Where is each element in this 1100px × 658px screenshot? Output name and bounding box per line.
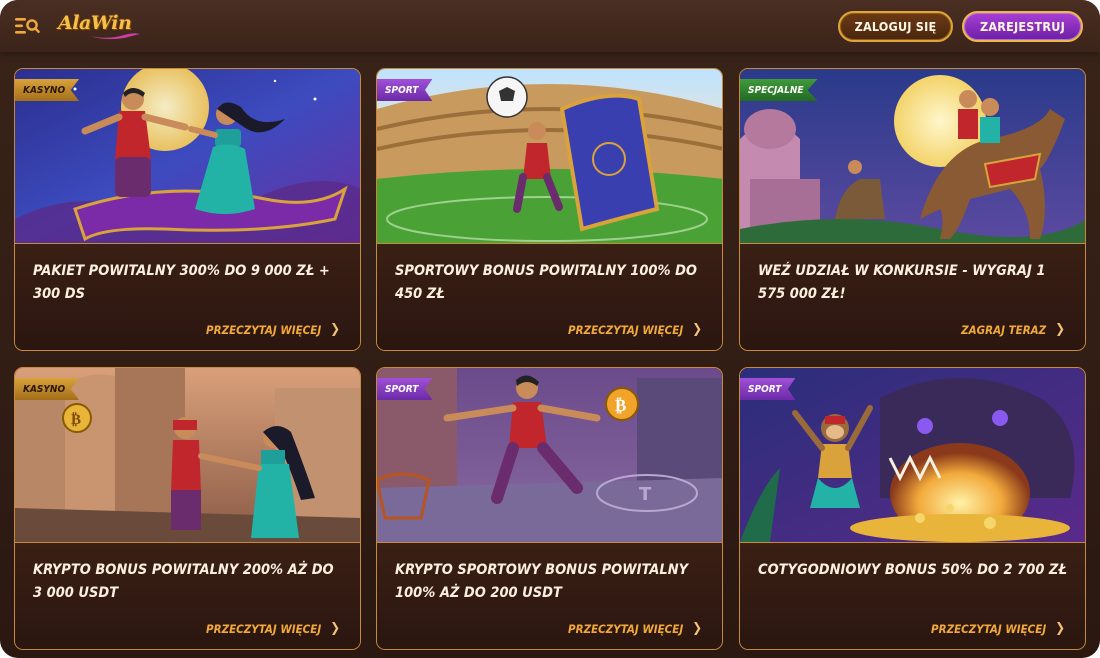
promo-card-body: SPORTOWY BONUS POWITALNY 100% DO 450 ZŁ … bbox=[377, 243, 722, 350]
promo-title: PAKIET POWITALNY 300% DO 9 000 ZŁ + 300 … bbox=[33, 263, 330, 302]
svg-text:T: T bbox=[639, 484, 652, 505]
promo-card-body: KRYPTO BONUS POWITALNY 200% AŻ DO 3 000 … bbox=[15, 542, 360, 649]
login-button[interactable]: ZALOGUJ SIĘ bbox=[838, 11, 953, 42]
promo-card[interactable]: T ₿ SPORT KRYPTO SPORTOWY BONUS POWITALN… bbox=[376, 367, 723, 650]
promo-image-crypto-sport: T ₿ bbox=[377, 368, 722, 542]
play-now-link[interactable]: ZAGRAJ TERAZ ❯ bbox=[961, 322, 1065, 337]
read-more-link[interactable]: PRZECZYTAJ WIĘCEJ ❯ bbox=[206, 621, 340, 636]
read-more-link[interactable]: PRZECZYTAJ WIĘCEJ ❯ bbox=[568, 322, 702, 337]
read-more-link[interactable]: PRZECZYTAJ WIĘCEJ ❯ bbox=[931, 621, 1065, 636]
logo[interactable]: AlaWin bbox=[58, 10, 142, 42]
chevron-right-icon: ❯ bbox=[330, 322, 340, 337]
read-more-link[interactable]: PRZECZYTAJ WIĘCEJ ❯ bbox=[568, 621, 702, 636]
category-badge: SPORT bbox=[740, 378, 796, 400]
svg-text:₿: ₿ bbox=[615, 396, 626, 416]
promo-card[interactable]: SPORT SPORTOWY BONUS POWITALNY 100% DO 4… bbox=[376, 68, 723, 351]
read-more-label: PRZECZYTAJ WIĘCEJ bbox=[206, 322, 322, 337]
promo-title: SPORTOWY BONUS POWITALNY 100% DO 450 ZŁ bbox=[395, 263, 698, 302]
chevron-right-icon: ❯ bbox=[330, 621, 340, 636]
promo-image-monkey-cave bbox=[740, 368, 1085, 542]
promo-title: COTYGODNIOWY BONUS 50% DO 2 700 ZŁ bbox=[758, 562, 1068, 578]
read-more-label: PRZECZYTAJ WIĘCEJ bbox=[931, 621, 1047, 636]
promo-card[interactable]: ₿ KASYNO KRYPTO BONUS POWITALNY 200% AŻ … bbox=[14, 367, 361, 650]
promo-card[interactable]: SPORT COTYGODNIOWY BONUS 50% DO 2 700 ZŁ… bbox=[739, 367, 1086, 650]
read-more-label: PRZECZYTAJ WIĘCEJ bbox=[206, 621, 322, 636]
category-badge: KASYNO bbox=[15, 378, 80, 400]
app-frame: AlaWin ZALOGUJ SIĘ ZAREJESTRUJ KASYNO PA… bbox=[0, 0, 1100, 658]
promo-title: WEŹ UDZIAŁ W KONKURSIE - WYGRAJ 1 575 00… bbox=[758, 263, 1046, 302]
top-bar: AlaWin ZALOGUJ SIĘ ZAREJESTRUJ bbox=[0, 0, 1100, 52]
promo-card-body: KRYPTO SPORTOWY BONUS POWITALNY 100% AŻ … bbox=[377, 542, 722, 649]
menu-search-icon[interactable] bbox=[14, 15, 40, 37]
promo-title: KRYPTO SPORTOWY BONUS POWITALNY 100% AŻ … bbox=[395, 562, 689, 601]
chevron-right-icon: ❯ bbox=[1055, 621, 1065, 636]
read-more-label: PRZECZYTAJ WIĘCEJ bbox=[568, 621, 684, 636]
category-badge: SPORT bbox=[377, 378, 433, 400]
play-now-label: ZAGRAJ TERAZ bbox=[961, 322, 1047, 337]
promo-image-football-carpet bbox=[377, 69, 722, 243]
category-badge: SPECJALNE bbox=[740, 79, 818, 101]
chevron-right-icon: ❯ bbox=[692, 621, 702, 636]
svg-text:₿: ₿ bbox=[71, 410, 81, 428]
chevron-right-icon: ❯ bbox=[692, 322, 702, 337]
promo-card-body: PAKIET POWITALNY 300% DO 9 000 ZŁ + 300 … bbox=[15, 243, 360, 350]
category-badge: SPORT bbox=[377, 79, 433, 101]
chevron-right-icon: ❯ bbox=[1055, 322, 1065, 337]
category-badge: KASYNO bbox=[15, 79, 80, 101]
promo-card[interactable]: SPECJALNE WEŹ UDZIAŁ W KONKURSIE - WYGRA… bbox=[739, 68, 1086, 351]
promo-card[interactable]: KASYNO PAKIET POWITALNY 300% DO 9 000 ZŁ… bbox=[14, 68, 361, 351]
promo-title: KRYPTO BONUS POWITALNY 200% AŻ DO 3 000 … bbox=[33, 562, 334, 601]
read-more-link[interactable]: PRZECZYTAJ WIĘCEJ ❯ bbox=[206, 322, 340, 337]
register-button[interactable]: ZAREJESTRUJ bbox=[962, 11, 1083, 42]
promo-card-body: COTYGODNIOWY BONUS 50% DO 2 700 ZŁ PRZEC… bbox=[740, 542, 1085, 649]
read-more-label: PRZECZYTAJ WIĘCEJ bbox=[568, 322, 684, 337]
promo-card-body: WEŹ UDZIAŁ W KONKURSIE - WYGRAJ 1 575 00… bbox=[740, 243, 1085, 350]
logo-swoosh-icon bbox=[90, 33, 140, 40]
